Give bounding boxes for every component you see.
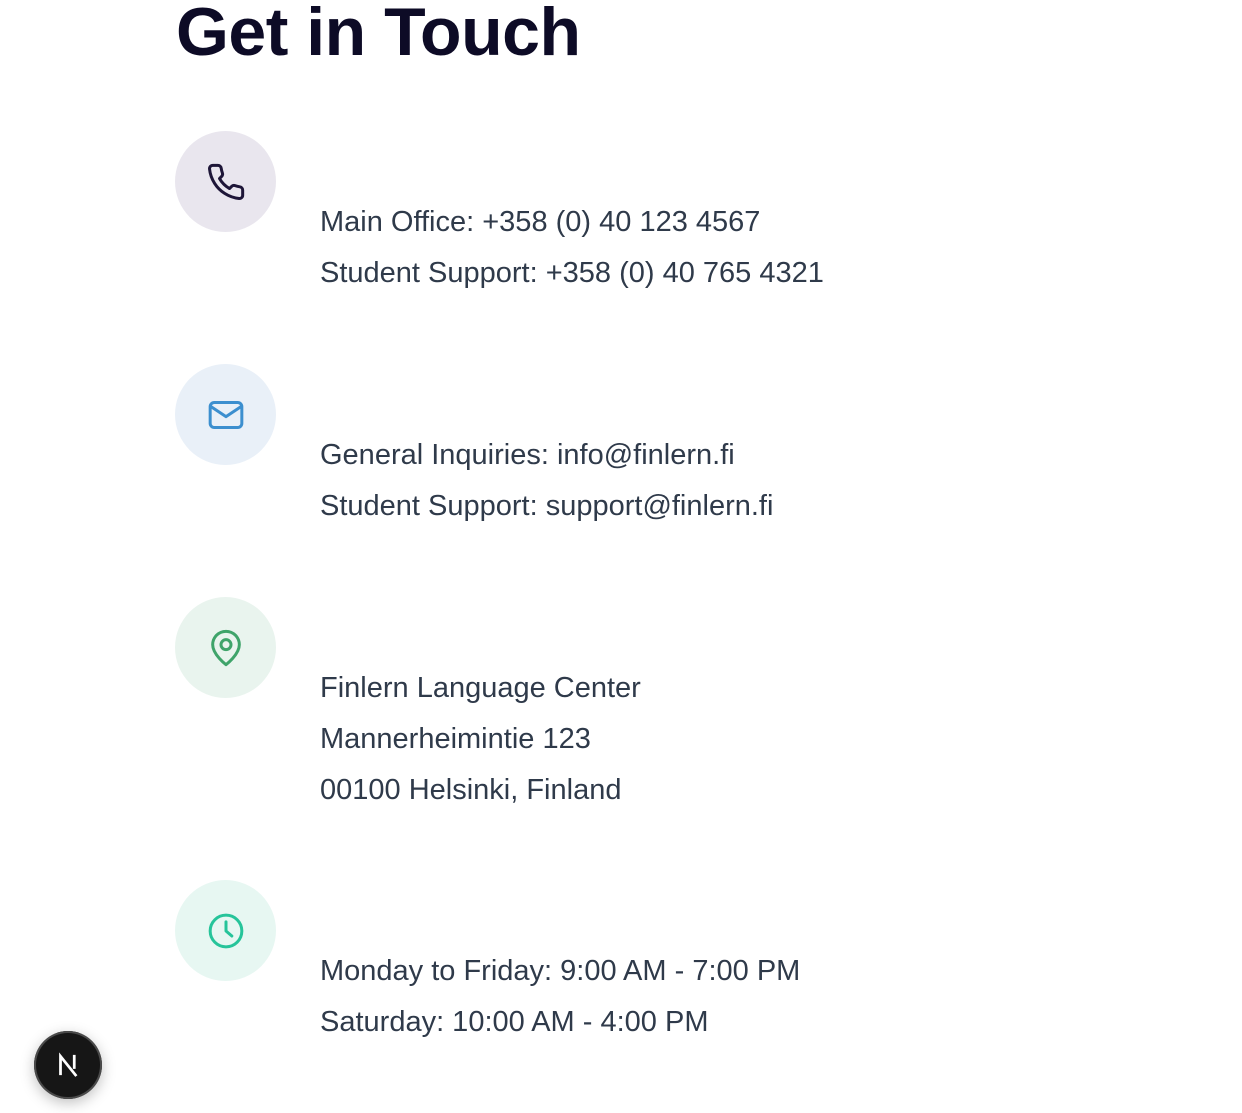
hours-details: Monday to Friday: 9:00 AM - 7:00 PM Satu… bbox=[320, 946, 800, 1048]
clock-icon-badge bbox=[175, 880, 276, 981]
map-pin-icon-badge bbox=[175, 597, 276, 698]
clock-icon bbox=[208, 913, 243, 948]
student-support-email[interactable]: Student Support: support@finlern.fi bbox=[320, 481, 773, 532]
main-office-phone[interactable]: Main Office: +358 (0) 40 123 4567 bbox=[320, 197, 824, 248]
saturday-hours: Saturday: 10:00 AM - 4:00 PM bbox=[320, 1006, 709, 1038]
page-title: Get in Touch bbox=[176, 0, 581, 70]
address-line-city: 00100 Helsinki, Finland bbox=[320, 774, 622, 806]
phone-icon-badge bbox=[175, 131, 276, 232]
general-inquiries-email[interactable]: General Inquiries: info@finlern.fi bbox=[320, 430, 773, 481]
phone-icon bbox=[207, 163, 244, 200]
contact-page: Get in Touch Main Office: +358 (0) 40 12… bbox=[0, 0, 1242, 1113]
email-details: General Inquiries: info@finlern.fi Stude… bbox=[320, 430, 773, 532]
phone-details: Main Office: +358 (0) 40 123 4567 Studen… bbox=[320, 197, 824, 299]
address-line-center: Finlern Language Center bbox=[320, 672, 641, 704]
address-line-street: Mannerheimintie 123 bbox=[320, 723, 591, 755]
nextjs-logo-icon bbox=[59, 1052, 78, 1077]
mail-icon bbox=[208, 400, 243, 429]
address-details: Finlern Language Center Mannerheimintie … bbox=[320, 663, 641, 816]
mail-icon-badge bbox=[175, 364, 276, 465]
map-pin-icon bbox=[210, 629, 241, 666]
student-support-phone[interactable]: Student Support: +358 (0) 40 765 4321 bbox=[320, 248, 824, 299]
weekday-hours: Monday to Friday: 9:00 AM - 7:00 PM bbox=[320, 955, 801, 987]
nextjs-dev-tools-button[interactable] bbox=[34, 1031, 102, 1099]
